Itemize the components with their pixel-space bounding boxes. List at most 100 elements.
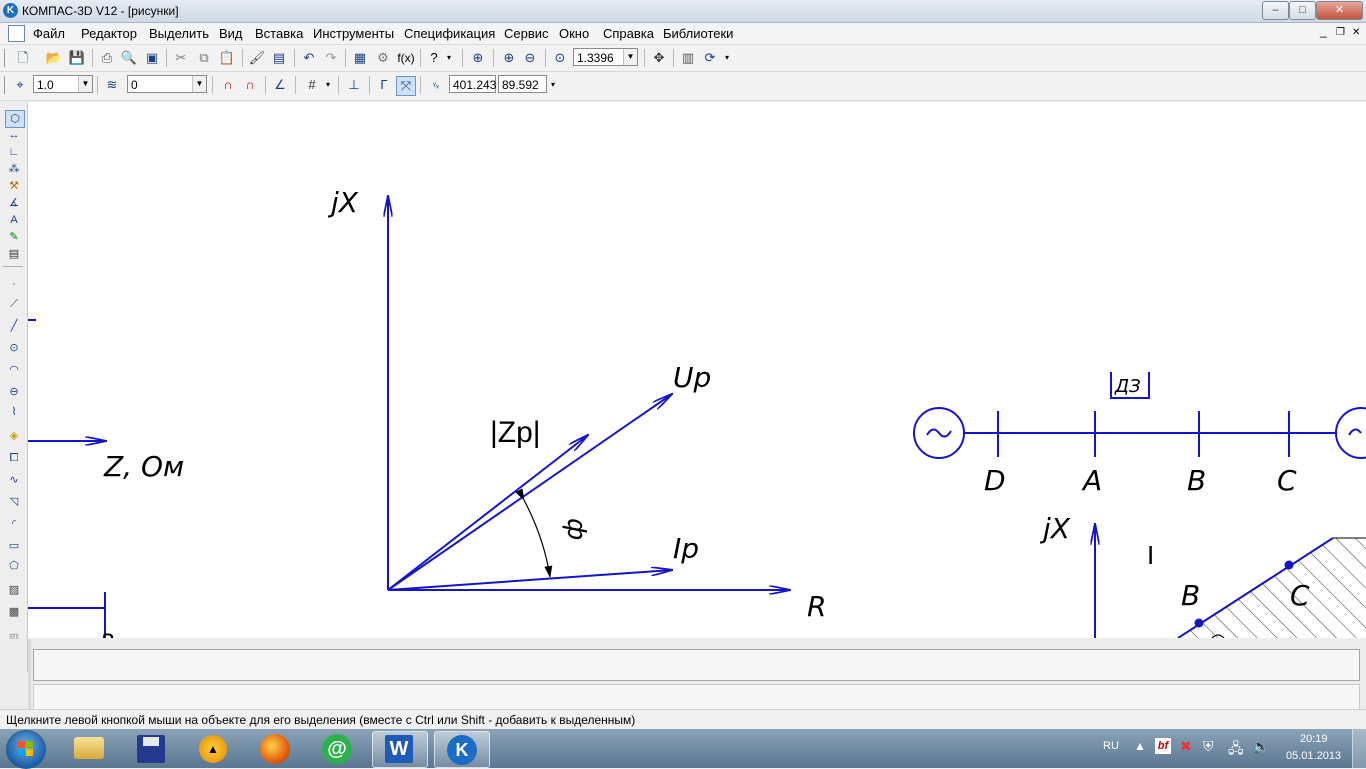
- menu-editor[interactable]: Редактор: [81, 26, 137, 41]
- phi-angle-arc[interactable]: [515, 488, 553, 578]
- mdi-close-button[interactable]: ✕: [1352, 27, 1360, 38]
- round-icon[interactable]: ⤧: [396, 76, 416, 96]
- redo-icon[interactable]: ↷: [322, 49, 340, 67]
- paste-icon[interactable]: 📋: [218, 49, 236, 67]
- mdi-minimize-button[interactable]: _: [1320, 24, 1327, 38]
- menu-select[interactable]: Выделить: [149, 26, 209, 41]
- mdi-restore-button[interactable]: ❐: [1336, 27, 1345, 38]
- cursor-y-field[interactable]: 89.592: [498, 75, 547, 93]
- maximize-button[interactable]: □: [1289, 1, 1316, 20]
- chevron-down-icon[interactable]: ▼: [192, 76, 206, 92]
- taskbar-mail-agent[interactable]: @: [310, 731, 364, 766]
- menu-service[interactable]: Сервис: [504, 26, 549, 41]
- polygon-tool-icon[interactable]: ⬠: [5, 558, 23, 574]
- circle-tool-icon[interactable]: ⊙: [5, 340, 23, 356]
- zoom-out-icon[interactable]: ⊖: [521, 49, 539, 67]
- reports-panel-icon[interactable]: ▤: [5, 246, 23, 262]
- bezier-tool-icon[interactable]: ◈: [5, 428, 23, 444]
- tray-expand-icon[interactable]: ▲: [1134, 739, 1146, 753]
- dimensions-panel-icon[interactable]: ↔: [5, 127, 23, 143]
- clock-date[interactable]: 05.01.2013: [1286, 750, 1341, 762]
- menu-tools[interactable]: Инструменты: [313, 26, 394, 41]
- menu-insert[interactable]: Вставка: [255, 26, 303, 41]
- measure-panel-icon[interactable]: ∡: [5, 195, 23, 211]
- tray-security-icon[interactable]: ⛨: [1203, 738, 1214, 755]
- fillet-tool-icon[interactable]: ◜: [5, 516, 23, 532]
- spec-panel-icon[interactable]: ✎: [5, 229, 23, 245]
- ortho-mode-icon[interactable]: Γ: [375, 76, 393, 94]
- tray-bf-icon[interactable]: bf: [1155, 738, 1171, 754]
- close-button[interactable]: ✕: [1316, 1, 1363, 20]
- variables-button[interactable]: f(x): [395, 49, 417, 67]
- ip-vector[interactable]: [387, 570, 672, 591]
- arc-tool-icon[interactable]: ◠: [5, 362, 23, 378]
- pan-icon[interactable]: ✥: [650, 49, 668, 67]
- edit-panel-icon[interactable]: ⁂: [5, 161, 23, 177]
- menu-view[interactable]: Вид: [219, 26, 243, 41]
- help-cursor-icon[interactable]: ?: [425, 49, 443, 67]
- new-document-icon[interactable]: 🗋: [14, 49, 32, 67]
- toolbar-overflow-icon-3[interactable]: ▾: [548, 76, 558, 94]
- start-button[interactable]: [6, 730, 46, 769]
- clock-time[interactable]: 20:19: [1300, 733, 1328, 745]
- drawing-canvas[interactable]: jX R Up Ip Z, Ом D A B C jX B C |Zp| I Д…: [28, 102, 1366, 638]
- show-desktop-button[interactable]: [1352, 729, 1366, 768]
- segment-tool-icon[interactable]: ╱: [5, 318, 23, 334]
- cursor-x-field[interactable]: 401.243: [449, 75, 496, 93]
- zoom-in-icon[interactable]: ⊕: [500, 49, 518, 67]
- taskbar-firefox[interactable]: [248, 731, 302, 766]
- local-snap-icon[interactable]: ∩: [241, 76, 259, 94]
- menu-window[interactable]: Окно: [559, 26, 589, 41]
- toolbar-overflow-icon-2[interactable]: ▾: [722, 49, 732, 67]
- equidistant-tool-icon[interactable]: ⧠: [5, 450, 23, 466]
- ortho-icon[interactable]: ∠: [271, 76, 289, 94]
- manager-icon[interactable]: ▦: [351, 49, 369, 67]
- cut-icon[interactable]: ✂: [172, 49, 190, 67]
- spline-tool-icon[interactable]: ∿: [5, 472, 23, 488]
- layer-combo[interactable]: 0 ▼: [127, 75, 207, 93]
- ellipse-tool-icon[interactable]: ⊖: [5, 384, 23, 400]
- document-icon[interactable]: [8, 25, 25, 42]
- menu-file[interactable]: Файл: [33, 26, 65, 41]
- chevron-down-icon[interactable]: ▼: [78, 76, 92, 92]
- zoom-in-window-icon[interactable]: ⊕: [469, 49, 487, 67]
- cursor-coords-icon[interactable]: ᵞₓ: [427, 76, 445, 94]
- chevron-down-icon[interactable]: ▼: [623, 49, 637, 65]
- zoom-combo[interactable]: 1.3396 ▼: [573, 48, 638, 66]
- undo-icon[interactable]: ↶: [300, 49, 318, 67]
- tray-volume-icon[interactable]: 🔈: [1252, 738, 1269, 755]
- toolbar-overflow-icon[interactable]: ▾: [444, 49, 454, 67]
- format-brush-icon[interactable]: 🖌: [248, 49, 266, 67]
- hatch-tool-icon[interactable]: ▨: [5, 582, 23, 598]
- select-panel-icon[interactable]: A: [5, 212, 23, 228]
- local-cs-icon[interactable]: ⊥: [345, 76, 363, 94]
- copy-icon[interactable]: ⧉: [195, 49, 213, 67]
- open-folder-icon[interactable]: 📂: [45, 49, 63, 67]
- geometry-panel-icon[interactable]: ⬡: [5, 110, 25, 128]
- tray-network-x-icon[interactable]: ✖: [1180, 738, 1192, 755]
- refresh-icon[interactable]: ▥: [679, 49, 697, 67]
- designations-panel-icon[interactable]: ∟: [5, 144, 23, 160]
- layer-icon[interactable]: ≋: [103, 76, 121, 94]
- taskbar-kompas[interactable]: K: [434, 731, 490, 768]
- taskbar-floppy[interactable]: [124, 731, 178, 766]
- kompas-app-icon[interactable]: K: [3, 3, 18, 18]
- regenerate-icon[interactable]: ⟳: [701, 49, 719, 67]
- auxiliary-line-icon[interactable]: ⟋: [5, 296, 23, 312]
- zp-vector[interactable]: [387, 435, 588, 591]
- polyline-tool-icon[interactable]: ⌇: [5, 404, 23, 420]
- snap-magnet-icon[interactable]: ∩: [219, 76, 237, 94]
- rectangle-tool-icon[interactable]: ▭: [5, 538, 23, 554]
- menu-specification[interactable]: Спецификация: [404, 26, 495, 41]
- cursor-step-icon[interactable]: ⌖: [11, 76, 29, 94]
- language-indicator[interactable]: RU: [1103, 740, 1119, 752]
- parametrize-panel-icon[interactable]: ⚒: [5, 178, 23, 194]
- library-manager-icon[interactable]: ⚙: [374, 49, 392, 67]
- properties-icon[interactable]: ▤: [270, 49, 288, 67]
- taskbar-word[interactable]: W: [372, 731, 428, 768]
- grid-icon[interactable]: #: [303, 76, 321, 94]
- print-icon[interactable]: ⎙: [98, 49, 116, 67]
- point-tool-icon[interactable]: ·: [5, 276, 23, 292]
- menu-libraries[interactable]: Библиотеки: [663, 26, 733, 41]
- menu-help[interactable]: Справка: [603, 26, 654, 41]
